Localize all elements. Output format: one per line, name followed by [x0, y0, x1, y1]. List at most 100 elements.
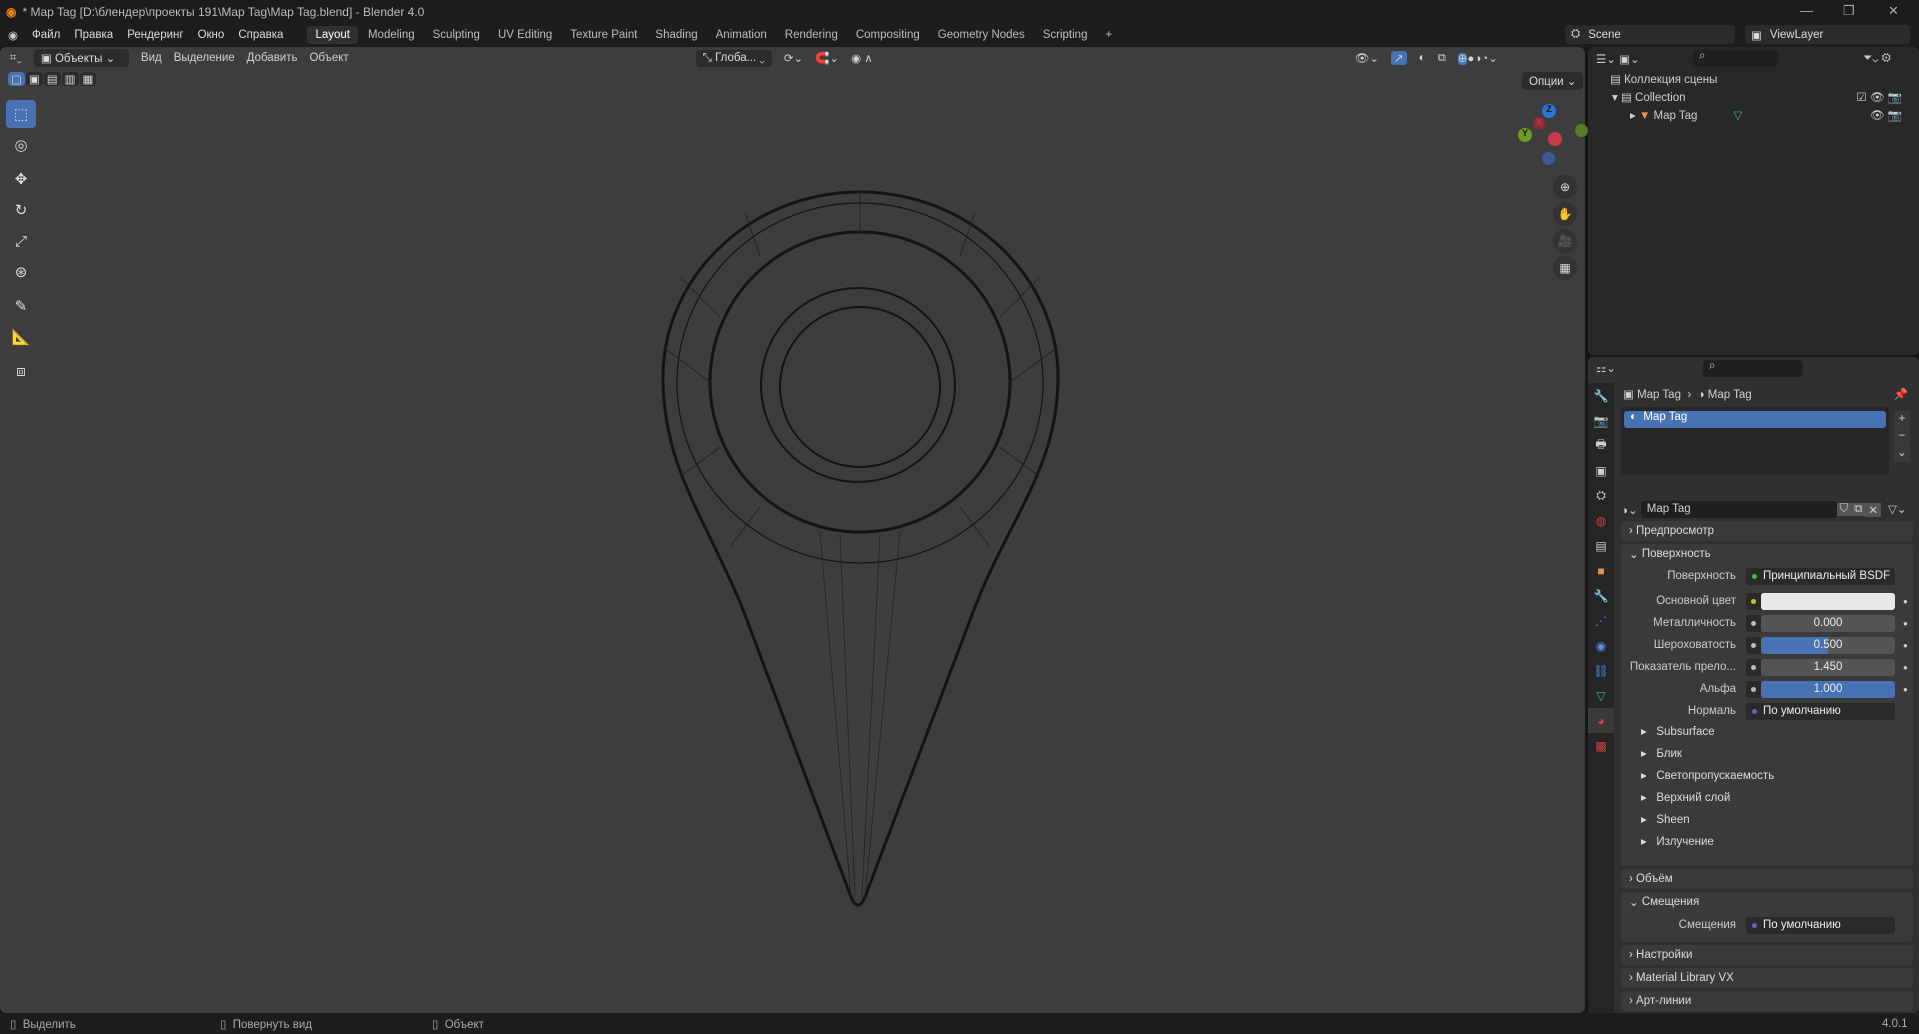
- world-tab-icon[interactable]: ◍: [1588, 508, 1614, 533]
- camera-icon[interactable]: 🎥: [1553, 229, 1577, 253]
- tab-sculpting[interactable]: Sculpting: [425, 26, 488, 44]
- visibility-toggles[interactable]: ☑ 👁 📷: [1856, 90, 1902, 104]
- texture-tab-icon[interactable]: ▩: [1588, 733, 1614, 758]
- editor-type-icon[interactable]: ⌗⌄: [10, 52, 22, 65]
- normal-field[interactable]: По умолчанию: [1746, 702, 1895, 720]
- transform-icon[interactable]: ⊛: [6, 258, 36, 286]
- collection-tab-icon[interactable]: ▤: [1588, 533, 1614, 558]
- link-dropdown-icon[interactable]: ▽⌄: [1888, 502, 1906, 516]
- tab-scripting[interactable]: Scripting: [1035, 26, 1096, 44]
- line-art-panel[interactable]: › Арт-линии: [1621, 991, 1913, 1011]
- minimize-button[interactable]: —: [1800, 3, 1813, 18]
- tool-tab-icon[interactable]: 🔧: [1588, 383, 1614, 408]
- menu-edit[interactable]: Правка: [74, 29, 113, 41]
- menu-object[interactable]: Объект: [309, 52, 348, 64]
- menu-window[interactable]: Окно: [198, 29, 225, 41]
- material-name-input[interactable]: Map Tag: [1640, 501, 1837, 518]
- snap-icon[interactable]: 🧲⌄: [815, 51, 839, 65]
- grid-ortho-icon[interactable]: ▦: [1553, 256, 1577, 280]
- subpanel-sheen[interactable]: ▸ Sheen: [1641, 812, 1690, 826]
- surface-shader-field[interactable]: Принципиальный BSDF: [1746, 567, 1895, 585]
- pivot-icon[interactable]: ⟳⌄: [784, 51, 803, 65]
- outliner-collection-row[interactable]: ▾ ▤ Collection ☑ 👁 📷: [1612, 90, 1912, 104]
- tab-animation[interactable]: Animation: [708, 26, 775, 44]
- duplicate-material-icon[interactable]: ⧉: [1851, 503, 1866, 516]
- properties-search-input[interactable]: ⌕: [1703, 360, 1803, 377]
- menu-select[interactable]: Выделение: [174, 52, 235, 64]
- rotate-icon[interactable]: ↻: [6, 196, 36, 224]
- xray-icon[interactable]: ⧉: [1438, 52, 1446, 65]
- physics-tab-icon[interactable]: ◉: [1588, 633, 1614, 658]
- visibility-icon[interactable]: 👁⌄: [1355, 51, 1379, 65]
- overlay-icon[interactable]: ◐: [1419, 52, 1426, 64]
- transform-orientation-dropdown[interactable]: ⤡ Глоба... ⌄: [695, 49, 772, 67]
- keyframe-dot[interactable]: ●: [1903, 685, 1908, 694]
- tab-compositing[interactable]: Compositing: [848, 26, 928, 44]
- constraints-tab-icon[interactable]: ⛓: [1588, 658, 1614, 683]
- proportional-edit-icon[interactable]: ◉ ∧: [851, 51, 873, 65]
- remove-slot-icon[interactable]: −: [1894, 428, 1910, 445]
- slot-specials-icon[interactable]: ⌄: [1894, 445, 1910, 462]
- subpanel-emission[interactable]: ▸ Излучение: [1641, 834, 1714, 848]
- material-library-panel[interactable]: › Material Library VX: [1621, 968, 1913, 988]
- tab-shading[interactable]: Shading: [647, 26, 705, 44]
- annotate-icon[interactable]: ✎: [6, 292, 36, 320]
- close-button[interactable]: ✕: [1888, 3, 1899, 19]
- render-tab-icon[interactable]: 📷: [1588, 408, 1614, 433]
- wireframe-shading-icon[interactable]: ⊕: [1457, 53, 1468, 65]
- rendered-shading-icon[interactable]: ◔: [1481, 53, 1488, 65]
- pin-icon[interactable]: 📌: [1894, 387, 1908, 401]
- properties-editor-type-icon[interactable]: ⚏⌄: [1596, 361, 1616, 375]
- gizmo-neg-z[interactable]: [1542, 152, 1555, 165]
- subpanel-specular[interactable]: ▸ Блик: [1641, 746, 1682, 760]
- modifier-tab-icon[interactable]: 🔧: [1588, 583, 1614, 608]
- outliner-display-mode-icon[interactable]: ☰⌄ ▣⌄: [1596, 52, 1640, 66]
- add-slot-icon[interactable]: +: [1894, 411, 1910, 428]
- gizmo-neg-y[interactable]: [1575, 124, 1588, 137]
- select-extend-icon[interactable]: ▣: [25, 72, 43, 86]
- displacement-field[interactable]: По умолчанию: [1746, 916, 1895, 934]
- metallic-slider[interactable]: 0.000: [1761, 614, 1895, 632]
- settings-panel[interactable]: › Настройки: [1621, 945, 1913, 965]
- outliner-scene-collection[interactable]: ▤ Коллекция сцены: [1610, 72, 1717, 86]
- scene-selector[interactable]: ⛭ Scene: [1565, 25, 1735, 44]
- filter-icon[interactable]: ⏷⌄ ⚙: [1863, 52, 1891, 65]
- gizmo-y-axis[interactable]: Y: [1518, 128, 1532, 142]
- particles-tab-icon[interactable]: ⋰: [1588, 608, 1614, 633]
- material-browse-icon[interactable]: ◑⌄: [1621, 503, 1641, 517]
- output-tab-icon[interactable]: 🖶: [1588, 433, 1614, 458]
- maximize-button[interactable]: ❐: [1843, 3, 1855, 19]
- select-invert-icon[interactable]: ▥: [61, 72, 79, 86]
- gizmo-toggle-icon[interactable]: ↗: [1390, 51, 1407, 65]
- subpanel-subsurface[interactable]: ▸ Subsurface: [1641, 724, 1715, 738]
- view-layer-tab-icon[interactable]: ▣: [1588, 458, 1614, 483]
- select-intersect-icon[interactable]: ▦: [79, 72, 97, 86]
- volume-panel[interactable]: › Объём: [1621, 869, 1913, 889]
- tab-uv-editing[interactable]: UV Editing: [490, 26, 560, 44]
- tab-modeling[interactable]: Modeling: [360, 26, 423, 44]
- options-dropdown[interactable]: Опции ⌄: [1522, 72, 1584, 90]
- menu-render[interactable]: Рендеринг: [127, 29, 183, 41]
- cursor-icon[interactable]: ◎: [6, 131, 36, 159]
- keyframe-dot[interactable]: ●: [1903, 619, 1908, 628]
- scale-icon[interactable]: ⤢: [6, 227, 36, 255]
- material-selector[interactable]: ◑⌄ Map Tag ⛉ ⧉ ✕: [1621, 501, 1881, 518]
- menu-file[interactable]: Файл: [32, 29, 60, 41]
- unlink-material-icon[interactable]: ✕: [1865, 502, 1881, 517]
- object-tab-icon[interactable]: ■: [1588, 558, 1614, 583]
- menu-add[interactable]: Добавить: [247, 52, 298, 64]
- gizmo-neg-x[interactable]: [1548, 132, 1562, 146]
- scene-tab-icon[interactable]: ⛭: [1588, 483, 1614, 508]
- subpanel-coat[interactable]: ▸ Верхний слой: [1641, 790, 1730, 804]
- slot-add-remove-buttons[interactable]: + − ⌄: [1894, 411, 1910, 462]
- roughness-slider[interactable]: 0.500: [1761, 636, 1895, 654]
- menu-help[interactable]: Справка: [238, 29, 283, 41]
- tab-rendering[interactable]: Rendering: [777, 26, 846, 44]
- move-icon[interactable]: ✥: [6, 165, 36, 193]
- base-color-swatch[interactable]: [1761, 592, 1895, 610]
- add-workspace-button[interactable]: +: [1097, 26, 1120, 44]
- fake-user-shield-icon[interactable]: ⛉: [1836, 503, 1852, 516]
- pan-hand-icon[interactable]: ✋: [1553, 202, 1577, 226]
- subpanel-transmission[interactable]: ▸ Светопропускаемость: [1641, 768, 1774, 782]
- material-slot-item[interactable]: ◐ Map Tag: [1624, 411, 1886, 428]
